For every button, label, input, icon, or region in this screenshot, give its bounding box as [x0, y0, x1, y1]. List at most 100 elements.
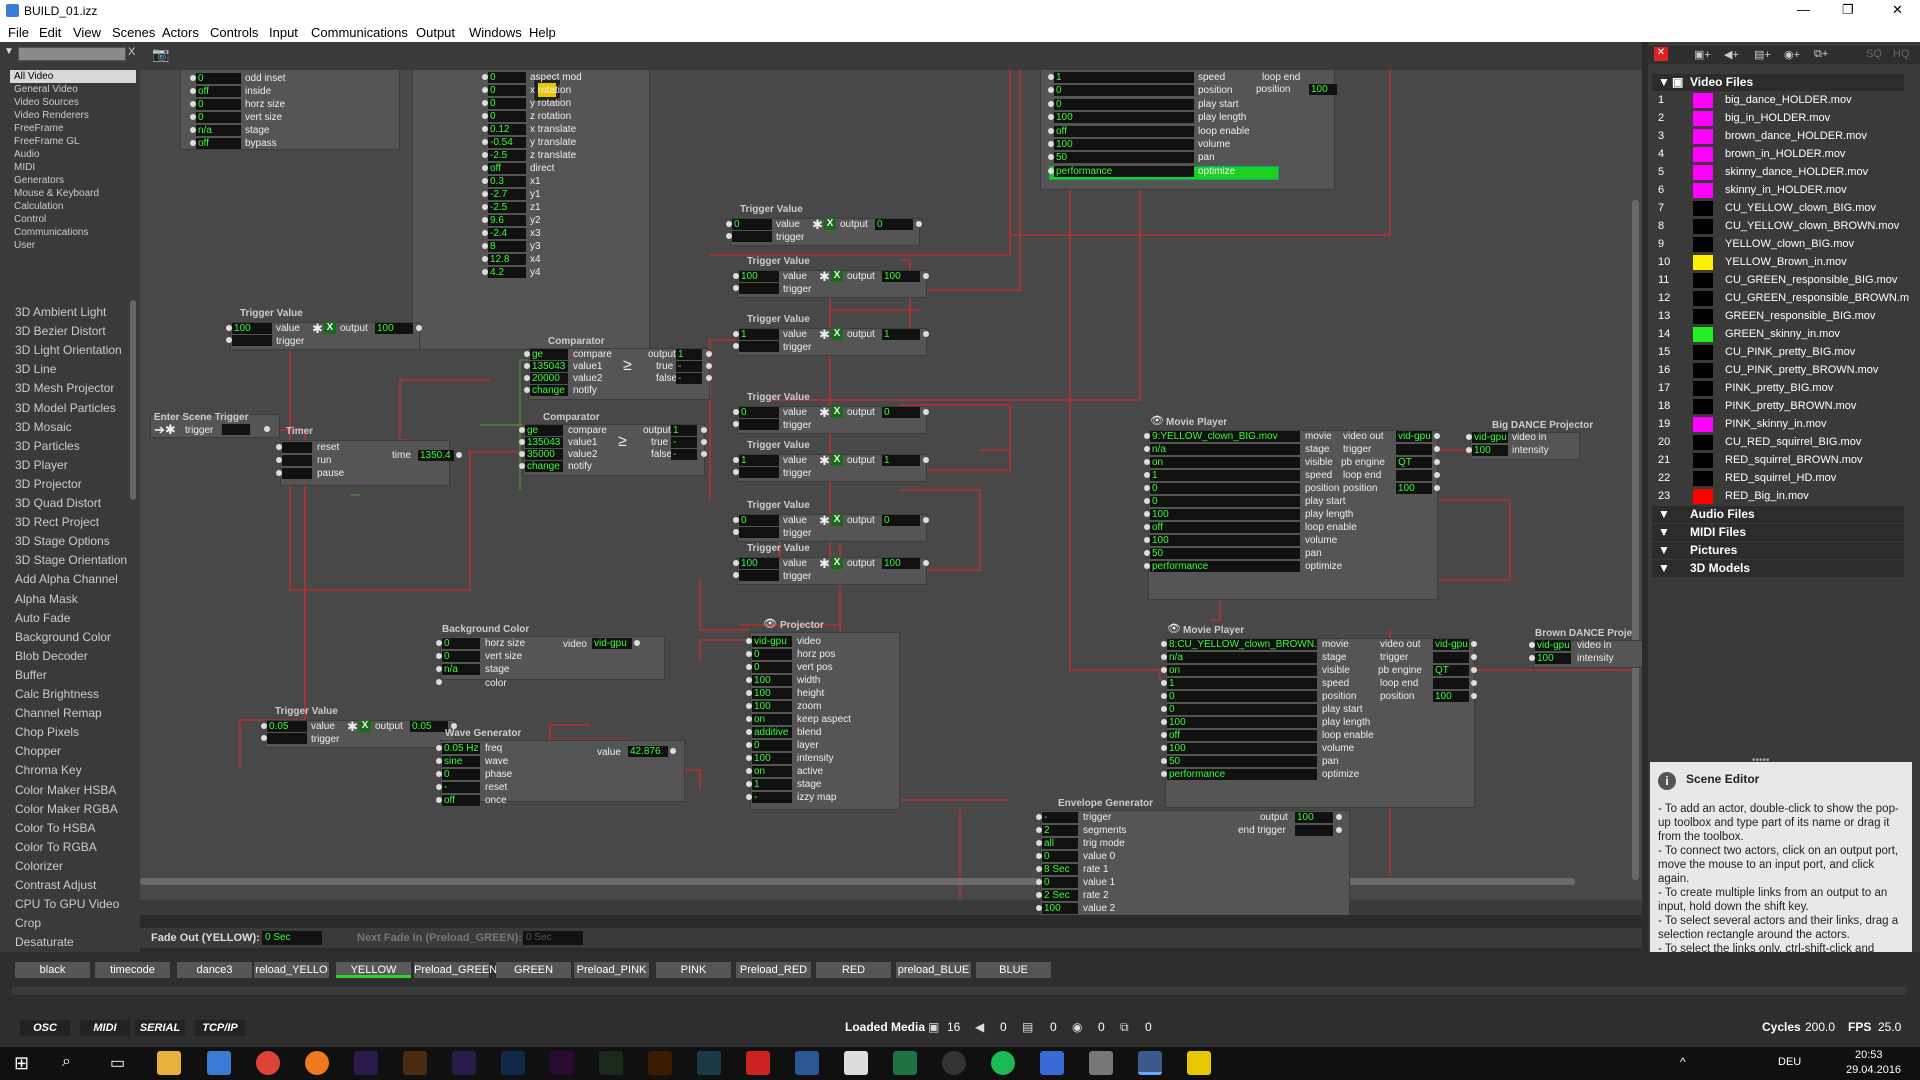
- media-section[interactable]: ▼ Audio Files: [1652, 506, 1904, 523]
- value-field[interactable]: [267, 733, 307, 744]
- start-icon[interactable]: ⊞: [14, 1053, 29, 1074]
- value-field[interactable]: 0.3: [488, 176, 526, 187]
- port-dot[interactable]: [706, 363, 712, 369]
- value-field[interactable]: 0: [1042, 877, 1078, 888]
- value-field[interactable]: 135043: [525, 437, 563, 448]
- value-field[interactable]: -: [676, 373, 702, 384]
- media-color-swatch[interactable]: [1693, 237, 1713, 252]
- value-field[interactable]: n/a: [196, 125, 241, 136]
- value-field[interactable]: 0: [442, 769, 480, 780]
- value-field[interactable]: performance: [1167, 769, 1317, 780]
- value-field[interactable]: 100: [1054, 139, 1194, 150]
- value-field[interactable]: 100: [739, 558, 779, 569]
- port-dot[interactable]: [923, 560, 929, 566]
- scene-scrollbar[interactable]: [12, 987, 1907, 995]
- value-field[interactable]: vid-gpu: [1396, 431, 1432, 442]
- port-dot[interactable]: [1471, 667, 1477, 673]
- value-field[interactable]: [282, 455, 312, 466]
- media-file-row[interactable]: 18 PINK_pretty_BROWN.mov: [1655, 398, 1905, 415]
- value-field[interactable]: 50: [1150, 548, 1300, 559]
- media-color-swatch[interactable]: [1693, 399, 1713, 414]
- actor-list-item[interactable]: 3D Projector: [15, 477, 82, 491]
- value-field[interactable]: vid-gpu: [1535, 640, 1571, 651]
- value-field[interactable]: 0: [752, 740, 792, 751]
- scene-tab[interactable]: RED: [816, 962, 891, 978]
- category-item[interactable]: Communications: [10, 226, 136, 239]
- spotify-icon[interactable]: [991, 1051, 1015, 1075]
- actor-list-item[interactable]: Crop: [15, 916, 41, 930]
- sq-button[interactable]: SQ: [1866, 48, 1882, 60]
- value-field[interactable]: 0: [1167, 691, 1317, 702]
- media-file-row[interactable]: 23 RED_Big_in.mov: [1655, 488, 1905, 505]
- actor-list-item[interactable]: 3D Rect Project: [15, 515, 99, 529]
- scene-tab[interactable]: GREEN: [496, 962, 571, 978]
- media-file-row[interactable]: 19 PINK_skinny_in.mov: [1655, 416, 1905, 433]
- value-field[interactable]: 0: [752, 662, 792, 673]
- media-file-row[interactable]: 22 RED_squirrel_HD.mov: [1655, 470, 1905, 487]
- value-field[interactable]: n/a: [442, 664, 480, 675]
- muse-icon[interactable]: [599, 1051, 623, 1075]
- add-midi-icon[interactable]: ◉+: [1784, 48, 1800, 61]
- media-file-row[interactable]: 3 brown_dance_HOLDER.mov: [1655, 128, 1905, 145]
- actor-list-item[interactable]: 3D Ambient Light: [15, 305, 106, 319]
- port-dot[interactable]: [916, 221, 922, 227]
- media-file-row[interactable]: 12 CU_GREEN_responsible_BROWN.m: [1655, 290, 1909, 307]
- actor-list-item[interactable]: 3D Mesh Projector: [15, 381, 114, 395]
- value-field[interactable]: -: [676, 361, 702, 372]
- add-audio-icon[interactable]: ◀+: [1724, 48, 1739, 61]
- value-field[interactable]: -: [442, 782, 480, 793]
- value-field[interactable]: 0: [1167, 704, 1317, 715]
- next-fade-input[interactable]: 0 Sec: [523, 931, 583, 945]
- output-field[interactable]: 0: [882, 407, 920, 418]
- premiere-icon[interactable]: [550, 1051, 574, 1075]
- media-color-swatch[interactable]: [1693, 129, 1713, 144]
- media-color-swatch[interactable]: [1693, 417, 1713, 432]
- value-field[interactable]: [232, 335, 272, 346]
- actor-list-item[interactable]: Auto Fade: [15, 611, 70, 625]
- actor-list-item[interactable]: Color To HSBA: [15, 821, 95, 835]
- value-field[interactable]: sine: [442, 756, 480, 767]
- value-field[interactable]: change: [530, 385, 568, 396]
- category-item[interactable]: Mouse & Keyboard: [10, 187, 136, 200]
- value-field[interactable]: 135043: [530, 361, 568, 372]
- media-file-row[interactable]: 7 CU_YELLOW_clown_BIG.mov: [1655, 200, 1905, 217]
- value-field[interactable]: on: [752, 714, 792, 725]
- timer-time-field[interactable]: 1350.4: [418, 450, 454, 461]
- value-field[interactable]: 1: [671, 425, 697, 436]
- category-item[interactable]: All Video: [10, 70, 136, 83]
- app-icon-20[interactable]: [1089, 1051, 1113, 1075]
- media-file-row[interactable]: 6 skinny_in_HOLDER.mov: [1655, 182, 1905, 199]
- media-color-swatch[interactable]: [1693, 291, 1713, 306]
- envelope-output-field[interactable]: 100: [1295, 812, 1333, 823]
- explorer-icon[interactable]: [157, 1051, 181, 1075]
- value-field[interactable]: on: [1150, 457, 1300, 468]
- output-field[interactable]: 1: [882, 455, 920, 466]
- value-field[interactable]: 100: [1042, 903, 1078, 914]
- actor-list-item[interactable]: 3D Model Particles: [15, 401, 116, 415]
- media-section[interactable]: ▼ MIDI Files: [1652, 524, 1904, 541]
- clock-time[interactable]: 20:53: [1855, 1049, 1883, 1061]
- actor-list-item[interactable]: 3D Player: [15, 458, 68, 472]
- menu-actors[interactable]: Actors: [162, 25, 199, 40]
- bridge-icon[interactable]: [403, 1051, 427, 1075]
- value-field[interactable]: off: [196, 138, 241, 149]
- port-dot[interactable]: [1434, 472, 1440, 478]
- add-video-icon[interactable]: ▣+: [1694, 48, 1711, 61]
- port-dot[interactable]: [701, 451, 707, 457]
- value-field[interactable]: ge: [525, 425, 563, 436]
- actor-list-item[interactable]: 3D Mosaic: [15, 420, 72, 434]
- port-dot[interactable]: [670, 748, 676, 754]
- value-field[interactable]: 100: [752, 675, 792, 686]
- actor-list-item[interactable]: Color Maker HSBA: [15, 783, 116, 797]
- vertical-scrollbar[interactable]: [1632, 200, 1639, 880]
- value-field[interactable]: QT: [1396, 457, 1432, 468]
- port-dot[interactable]: [701, 439, 707, 445]
- category-item[interactable]: FreeFrame: [10, 122, 136, 135]
- value-field[interactable]: [739, 467, 779, 478]
- actor-list-item[interactable]: Blob Decoder: [15, 649, 88, 663]
- media-color-swatch[interactable]: [1693, 147, 1713, 162]
- value-field[interactable]: 2 Sec: [1042, 890, 1078, 901]
- media-file-row[interactable]: 14 GREEN_skinny_in.mov: [1655, 326, 1905, 343]
- value-field[interactable]: 0.12: [488, 124, 526, 135]
- value-field[interactable]: [1396, 470, 1432, 481]
